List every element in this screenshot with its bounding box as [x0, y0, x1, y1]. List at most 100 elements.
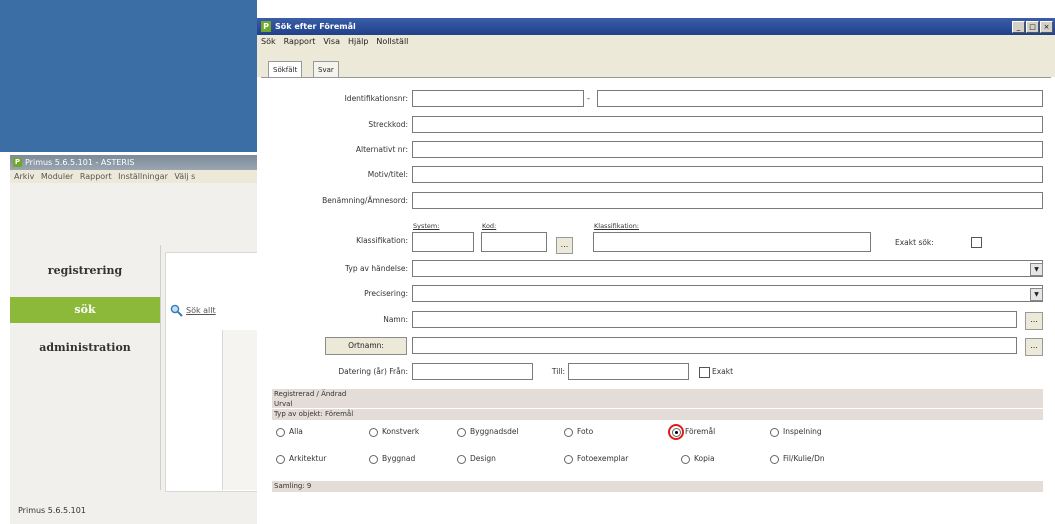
radio-label: Byggnad	[382, 454, 416, 463]
motivtitel-input[interactable]	[412, 166, 1043, 183]
radio-foto[interactable]: Foto	[564, 426, 593, 438]
label-klassifikation-sub: Klassifikation:	[594, 222, 639, 230]
label-identifikationsnr: Identifikationsnr:	[344, 94, 408, 103]
radio-label: Alla	[289, 427, 303, 436]
id-range-dash: -	[587, 94, 590, 103]
radio-circle	[681, 454, 690, 464]
radio-label: Design	[470, 454, 496, 463]
section-samling[interactable]: Samling: 9	[272, 481, 1043, 492]
menu-installningar[interactable]: Inställningar	[118, 172, 168, 181]
ortnamn-button[interactable]: Ortnamn:	[325, 337, 407, 355]
chevron-down-icon[interactable]: ▼	[1030, 288, 1043, 301]
label-namn: Namn:	[383, 315, 408, 324]
maximize-button[interactable]: □	[1026, 21, 1039, 33]
label-till: Till:	[551, 367, 565, 376]
search-all-label: Sök allt	[186, 306, 216, 315]
chevron-down-icon[interactable]: ▼	[1030, 263, 1043, 276]
nav-sok[interactable]: sök	[10, 297, 160, 323]
ortnamn-browse-button[interactable]: ...	[1025, 338, 1043, 356]
search-all-link[interactable]: Sök allt	[170, 303, 216, 319]
exakt-sok-checkbox[interactable]	[971, 237, 982, 248]
menu-arkiv[interactable]: Arkiv	[14, 172, 34, 181]
section-urval[interactable]: Urval	[272, 400, 1043, 408]
tabs-bar	[257, 59, 1055, 77]
highlight-ring	[668, 424, 684, 440]
radio-circle	[770, 454, 779, 464]
nav-administration[interactable]: administration	[10, 335, 160, 361]
radio-arkitektur[interactable]: Arkitektur	[276, 453, 326, 465]
radio-circle	[276, 427, 285, 437]
tab-svar[interactable]: Svar	[313, 61, 339, 78]
section-typ-av-objekt[interactable]: Typ av objekt: Föremål	[272, 409, 1043, 420]
dialog-title: Sök efter Föremål	[275, 22, 356, 31]
main-menubar: Arkiv Moduler Rapport Inställningar Välj…	[10, 170, 257, 183]
radio-inspelning[interactable]: Inspelning	[770, 426, 822, 438]
radio-byggnadsdel[interactable]: Byggnadsdel	[457, 426, 519, 438]
label-alternativt-nr: Alternativt nr:	[355, 145, 408, 154]
radio-circle	[369, 454, 378, 464]
section-registrerad[interactable]: Registrerad / Ändrad	[272, 389, 1043, 400]
close-button[interactable]: ×	[1040, 21, 1053, 33]
menu-hjalp[interactable]: Hjälp	[348, 37, 368, 46]
system-input[interactable]	[412, 232, 474, 252]
label-benamning: Benämning/Ämnesord:	[322, 196, 408, 205]
radio-alla[interactable]: Alla	[276, 426, 303, 438]
typ-av-handelse-select[interactable]	[412, 260, 1043, 277]
radio-fil[interactable]: Fil/Kulie/Dn	[770, 453, 825, 465]
main-window-title: Primus 5.6.5.101 - ASTERIS	[25, 158, 135, 167]
minimize-button[interactable]: _	[1012, 21, 1025, 33]
klassifikation-browse-button[interactable]: ...	[556, 237, 573, 254]
namn-browse-button[interactable]: ...	[1025, 312, 1043, 330]
menu-sok[interactable]: Sök	[261, 37, 276, 46]
dialog-toolstrip	[257, 49, 1055, 59]
radio-label: Byggnadsdel	[470, 427, 519, 436]
datering-till-input[interactable]	[568, 363, 689, 380]
radio-kopia[interactable]: Kopia	[681, 453, 715, 465]
identifikationsnr-to-input[interactable]	[597, 90, 1043, 107]
menu-nollstall[interactable]: Nollställ	[376, 37, 408, 46]
datering-fran-input[interactable]	[412, 363, 533, 380]
radio-byggnad[interactable]: Byggnad	[369, 453, 415, 465]
status-version: Primus 5.6.5.101	[18, 506, 86, 515]
streckkod-input[interactable]	[412, 116, 1043, 133]
nav-registrering[interactable]: registrering	[10, 258, 160, 284]
menu-rapport[interactable]: Rapport	[284, 37, 316, 46]
label-exakt-sok: Exakt sök:	[895, 238, 934, 247]
label-motivtitel: Motiv/titel:	[367, 170, 408, 179]
precisering-select[interactable]	[412, 285, 1043, 302]
menu-valj[interactable]: Välj s	[174, 172, 195, 181]
exakt-checkbox[interactable]	[699, 367, 710, 378]
radio-circle	[276, 454, 285, 464]
dialog-menubar: Sök Rapport Visa Hjälp Nollställ	[257, 35, 1055, 49]
menu-moduler[interactable]: Moduler	[41, 172, 73, 181]
radio-circle	[369, 427, 378, 437]
radio-label: Konstverk	[382, 427, 420, 436]
radio-design[interactable]: Design	[457, 453, 496, 465]
radio-label: Fotoexemplar	[577, 454, 629, 463]
radio-konstverk[interactable]: Konstverk	[369, 426, 419, 438]
identifikationsnr-input[interactable]	[412, 90, 584, 107]
kod-input[interactable]	[481, 232, 547, 252]
alternativt-nr-input[interactable]	[412, 141, 1043, 158]
radio-circle	[564, 454, 573, 464]
radio-circle	[457, 454, 466, 464]
radio-label: Kopia	[694, 454, 715, 463]
dialog-titlebar[interactable]: P Sök efter Föremål	[257, 18, 1055, 35]
namn-input[interactable]	[412, 311, 1017, 328]
radio-circle	[770, 427, 779, 437]
main-window-titlebar[interactable]: P Primus 5.6.5.101 - ASTERIS	[10, 155, 257, 170]
main-divider	[160, 245, 161, 490]
tab-sokfalt[interactable]: Sökfält	[268, 61, 303, 78]
radio-label: Arkitektur	[289, 454, 327, 463]
ortnamn-input[interactable]	[412, 337, 1017, 354]
label-system: System:	[413, 222, 440, 230]
radio-fotoexemplar[interactable]: Fotoexemplar	[564, 453, 628, 465]
menu-rapport[interactable]: Rapport	[80, 172, 112, 181]
magnifier-icon	[170, 304, 183, 317]
primus-app-icon: P	[261, 21, 271, 32]
benamning-input[interactable]	[412, 192, 1043, 209]
menu-visa[interactable]: Visa	[323, 37, 340, 46]
radio-label: Foto	[577, 427, 594, 436]
primus-app-icon: P	[13, 158, 22, 167]
klassifikation-input[interactable]	[593, 232, 871, 252]
